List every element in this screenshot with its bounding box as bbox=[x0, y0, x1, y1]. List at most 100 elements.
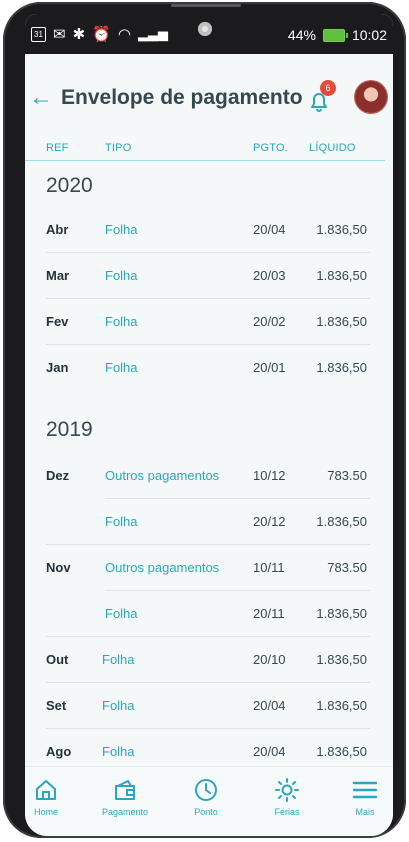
row-pgto: 20/11 bbox=[253, 606, 285, 621]
row-divider bbox=[46, 344, 370, 345]
front-camera bbox=[198, 22, 212, 36]
row-ref: Fev bbox=[46, 314, 69, 329]
table-row[interactable]: Abr Folha 20/04 1.836,50 bbox=[25, 222, 393, 268]
row-divider bbox=[46, 252, 370, 253]
row-pgto: 20/03 bbox=[253, 268, 286, 283]
row-liquido: 1.836,50 bbox=[316, 606, 367, 621]
row-tipo[interactable]: Folha bbox=[105, 360, 138, 375]
year-heading: 2020 bbox=[46, 174, 93, 197]
row-divider bbox=[105, 498, 370, 499]
row-ref: Ago bbox=[46, 744, 72, 759]
header-divider bbox=[25, 160, 385, 161]
earpiece bbox=[171, 4, 241, 7]
table-row[interactable]: Set Folha 20/04 1.836,50 bbox=[25, 698, 393, 744]
year-heading: 2019 bbox=[46, 418, 93, 441]
row-tipo[interactable]: Folha bbox=[102, 744, 135, 759]
row-tipo[interactable]: Outros pagamentos bbox=[105, 468, 219, 483]
row-liquido: 1.836,50 bbox=[316, 514, 367, 529]
row-liquido: 1.836,50 bbox=[316, 744, 367, 759]
col-header-tipo: TIPO bbox=[105, 142, 132, 154]
row-pgto: 10/12 bbox=[253, 468, 286, 483]
nav-home-label: Home bbox=[33, 807, 58, 817]
screen: 31 ✉ ✱ ⏰ ◠ ▂▃▅ 44% 10:02 ← Envelope de p… bbox=[25, 14, 393, 836]
row-ref: Set bbox=[46, 698, 67, 713]
wallet-icon bbox=[115, 779, 135, 800]
col-header-pgto: PGTO. bbox=[253, 142, 289, 154]
row-tipo[interactable]: Folha bbox=[102, 652, 135, 667]
bluetooth-icon: ✱ bbox=[72, 26, 86, 43]
row-pgto: 20/01 bbox=[253, 360, 286, 375]
nav-ponto-label: Ponto bbox=[194, 807, 218, 817]
row-ref: Nov bbox=[46, 560, 71, 575]
status-icons-right: 44% 10:02 bbox=[288, 27, 387, 43]
alarm-icon: ⏰ bbox=[92, 26, 111, 43]
battery-icon bbox=[322, 28, 348, 42]
table-row[interactable]: Out Folha 20/10 1.836,50 bbox=[25, 652, 393, 698]
clock-icon bbox=[195, 779, 217, 801]
row-tipo[interactable]: Folha bbox=[105, 606, 138, 621]
row-ref: Abr bbox=[46, 222, 69, 237]
gmail-icon: ✉ bbox=[53, 26, 66, 43]
table-row[interactable]: Fev Folha 20/02 1.836,50 bbox=[25, 314, 393, 360]
row-divider bbox=[46, 636, 370, 637]
status-icons-left: 31 ✉ ✱ ⏰ ◠ ▂▃▅ bbox=[31, 25, 168, 43]
row-ref: Jan bbox=[46, 360, 69, 375]
row-pgto: 20/10 bbox=[253, 652, 286, 667]
calendar-icon: 31 bbox=[31, 26, 46, 42]
row-tipo[interactable]: Folha bbox=[105, 268, 138, 283]
col-header-liquido: LÍQUIDO bbox=[309, 142, 356, 154]
page-title: Envelope de pagamento bbox=[61, 86, 303, 109]
nav-ferias-label: Férias bbox=[274, 807, 300, 817]
row-divider bbox=[46, 298, 370, 299]
row-ref: Out bbox=[46, 652, 69, 667]
sun-icon bbox=[275, 778, 299, 802]
table-row[interactable]: Folha 20/12 1.836,50 bbox=[25, 514, 393, 560]
row-liquido: 1.836,50 bbox=[316, 314, 367, 329]
row-tipo[interactable]: Folha bbox=[105, 222, 138, 237]
row-pgto: 20/02 bbox=[253, 314, 286, 329]
nav-mais[interactable]: Mais bbox=[330, 777, 393, 817]
nav-home[interactable]: Home bbox=[25, 777, 81, 817]
table-row[interactable]: Jan Folha 20/01 1.836,50 bbox=[25, 360, 393, 406]
row-liquido: 1.836,50 bbox=[316, 652, 367, 667]
row-tipo[interactable]: Folha bbox=[105, 314, 138, 329]
wifi-icon: ◠ bbox=[117, 26, 131, 43]
row-pgto: 20/04 bbox=[253, 222, 286, 237]
nav-mais-label: Mais bbox=[355, 807, 375, 817]
table-row[interactable]: Dez Outros pagamentos 10/12 783.50 bbox=[25, 468, 393, 514]
home-icon bbox=[36, 780, 56, 800]
nav-pagamento[interactable]: Pagamento bbox=[90, 777, 160, 817]
row-tipo[interactable]: Folha bbox=[102, 698, 135, 713]
row-tipo[interactable]: Outros pagamentos bbox=[105, 560, 219, 575]
phone-frame: 31 ✉ ✱ ⏰ ◠ ▂▃▅ 44% 10:02 ← Envelope de p… bbox=[3, 2, 406, 838]
row-divider bbox=[46, 544, 370, 545]
notification-badge: 6 bbox=[320, 80, 336, 96]
nav-ferias[interactable]: Férias bbox=[252, 777, 322, 817]
menu-icon bbox=[352, 781, 378, 799]
row-tipo[interactable]: Folha bbox=[105, 514, 138, 529]
bottom-nav: Home Pagamento Ponto Férias Mais bbox=[25, 766, 393, 836]
row-liquido: 783.50 bbox=[327, 560, 367, 575]
battery-percent: 44% bbox=[287, 27, 316, 43]
row-ref: Mar bbox=[46, 268, 70, 283]
table-row[interactable]: Folha 20/11 1.836,50 bbox=[25, 606, 393, 652]
row-liquido: 1.836,50 bbox=[316, 268, 367, 283]
row-liquido: 783.50 bbox=[327, 468, 367, 483]
row-liquido: 1.836,50 bbox=[316, 222, 367, 237]
table-row[interactable]: Nov Outros pagamentos 10/11 783.50 bbox=[25, 560, 393, 606]
clock: 10:02 bbox=[351, 27, 387, 43]
row-pgto: 20/04 bbox=[253, 744, 286, 759]
row-pgto: 20/12 bbox=[253, 514, 286, 529]
row-liquido: 1.836,50 bbox=[316, 698, 367, 713]
row-divider bbox=[46, 728, 370, 729]
row-liquido: 1.836,50 bbox=[316, 360, 367, 375]
status-bar: 31 ✉ ✱ ⏰ ◠ ▂▃▅ 44% 10:02 bbox=[25, 14, 393, 54]
row-divider bbox=[46, 682, 370, 683]
user-avatar[interactable] bbox=[355, 81, 387, 113]
row-divider bbox=[105, 590, 370, 591]
row-pgto: 10/11 bbox=[253, 560, 285, 575]
col-header-ref: REF bbox=[46, 142, 69, 154]
table-row[interactable]: Mar Folha 20/03 1.836,50 bbox=[25, 268, 393, 314]
nav-ponto[interactable]: Ponto bbox=[171, 777, 241, 817]
back-arrow-icon[interactable]: ← bbox=[29, 86, 53, 110]
